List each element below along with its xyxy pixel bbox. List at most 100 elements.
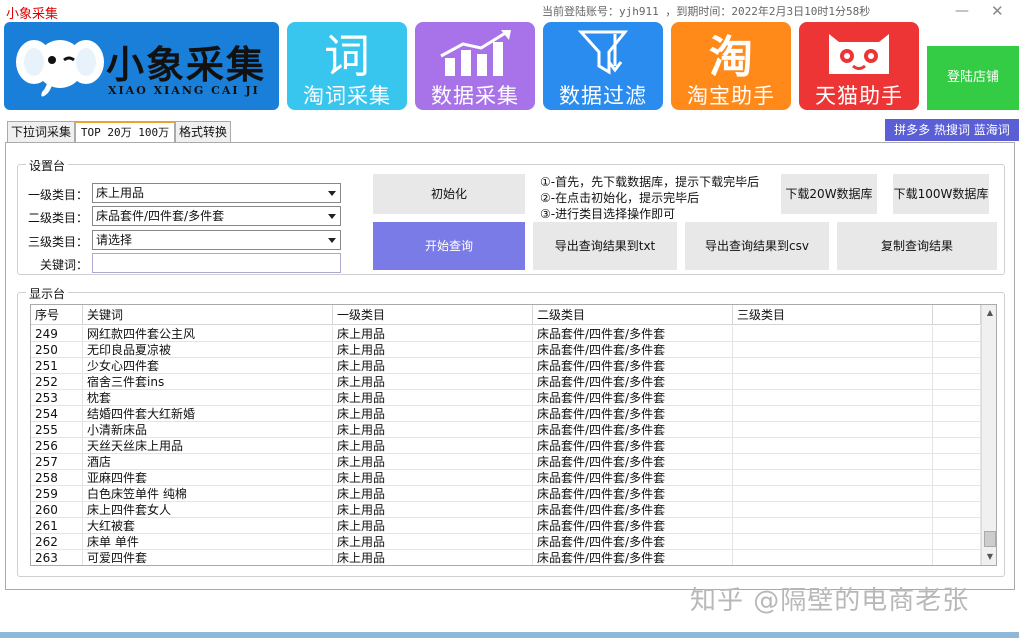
- column-header[interactable]: 序号: [31, 305, 83, 325]
- nav-tile-taoci[interactable]: 词 淘词采集: [287, 22, 407, 110]
- ci-character-icon: 词: [324, 29, 370, 78]
- nav-tile-tmall-helper[interactable]: 天猫助手: [799, 22, 919, 110]
- table-row[interactable]: 250 无印良品夏凉被 床上用品 床品套件/四件套/多件套: [31, 342, 981, 358]
- column-header[interactable]: 三级类目: [733, 305, 933, 325]
- tile-label: 数据采集: [431, 84, 519, 108]
- table-row[interactable]: 262 床单 单件 床上用品 床品套件/四件套/多件套: [31, 534, 981, 550]
- export-csv-button[interactable]: 导出查询结果到csv: [685, 222, 829, 270]
- table-row[interactable]: 256 天丝天丝床上用品 床上用品 床品套件/四件套/多件套: [31, 438, 981, 454]
- table-cell: [733, 422, 933, 438]
- title-bar: 小象采集 当前登陆账号：yjh911 ，到期时间：2022年2月3日10时1分5…: [0, 0, 1019, 22]
- table-cell: 263: [31, 550, 83, 565]
- level1-select[interactable]: 床上用品: [92, 183, 341, 203]
- column-header[interactable]: 二级类目: [533, 305, 733, 325]
- download-20w-button[interactable]: 下载20W数据库: [781, 174, 877, 214]
- table-cell: 253: [31, 390, 83, 406]
- level2-value: 床品套件/四件套/多件套: [96, 209, 225, 223]
- scroll-thumb[interactable]: [984, 531, 996, 547]
- nav-tile-data-filter[interactable]: 数据过滤: [543, 22, 663, 110]
- scroll-up-icon[interactable]: ▲: [982, 305, 996, 321]
- table-cell: [733, 454, 933, 470]
- account-info: 当前登陆账号：yjh911 ，到期时间：2022年2月3日10时1分58秒: [542, 5, 871, 18]
- logo-title: 小象采集: [106, 43, 267, 87]
- bar-chart-icon: [440, 30, 511, 76]
- logo-subtitle: XIAO XIANG CAI JI: [108, 84, 260, 97]
- table-cell: 床上用品: [333, 454, 533, 470]
- level1-value: 床上用品: [96, 186, 145, 200]
- table-row[interactable]: 263 可爱四件套 床上用品 床品套件/四件套/多件套: [31, 550, 981, 565]
- column-header[interactable]: 一级类目: [333, 305, 533, 325]
- results-table[interactable]: 序号 关键词 一级类目 二级类目 三级类目 249 网红款四件套公主风 床上用品 床品…: [30, 304, 997, 566]
- table-cell: 床上用品: [333, 502, 533, 518]
- table-cell: 床品套件/四件套/多件套: [533, 502, 733, 518]
- keyword-label: 关键词：: [39, 258, 88, 272]
- copy-results-button[interactable]: 复制查询结果: [837, 222, 997, 270]
- export-txt-button[interactable]: 导出查询结果到txt: [533, 222, 677, 270]
- tab-top[interactable]: TOP 20万 100万: [75, 121, 175, 143]
- table-cell: 枕套: [83, 390, 333, 406]
- table-row[interactable]: 249 网红款四件套公主风 床上用品 床品套件/四件套/多件套: [31, 326, 981, 342]
- table-row[interactable]: 257 酒店 床上用品 床品套件/四件套/多件套: [31, 454, 981, 470]
- table-cell: 床上用品: [333, 422, 533, 438]
- table-cell: 床品套件/四件套/多件套: [533, 486, 733, 502]
- vertical-scrollbar[interactable]: ▲ ▼: [981, 305, 996, 565]
- nav-tile-data-collect[interactable]: 数据采集: [415, 22, 535, 110]
- table-row[interactable]: 252 宿舍三件套ins 床上用品 床品套件/四件套/多件套: [31, 374, 981, 390]
- chevron-down-icon: [328, 191, 336, 196]
- nav-tile-taobao-helper[interactable]: 淘 淘宝助手: [671, 22, 791, 110]
- table-cell: 258: [31, 470, 83, 486]
- login-shop-button[interactable]: 登陆店铺: [927, 46, 1019, 110]
- banner: 小象采集 XIAO XIANG CAI JI 词 淘词采集 数据采集 数据过滤 …: [0, 20, 1019, 112]
- table-cell: 259: [31, 486, 83, 502]
- init-button[interactable]: 初始化: [373, 174, 525, 214]
- pdd-hot-words-button[interactable]: 拼多多 热搜词 蓝海词: [885, 119, 1019, 141]
- table-cell: 床上用品: [333, 406, 533, 422]
- table-cell: 床上用品: [333, 438, 533, 454]
- download-100w-button[interactable]: 下载100W数据库: [893, 174, 989, 214]
- table-cell: 床上用品: [333, 486, 533, 502]
- minimize-button[interactable]: —: [955, 4, 969, 18]
- table-cell: 床品套件/四件套/多件套: [533, 518, 733, 534]
- start-query-button[interactable]: 开始查询: [373, 222, 525, 270]
- table-cell: [933, 470, 981, 486]
- funnel-icon: [577, 30, 629, 75]
- table-row[interactable]: 254 结婚四件套大红新婚 床上用品 床品套件/四件套/多件套: [31, 406, 981, 422]
- table-cell: [933, 342, 981, 358]
- table-cell: 床上用品: [333, 358, 533, 374]
- tab-dropdown-words[interactable]: 下拉词采集: [7, 121, 75, 143]
- watermark: 知乎 @隔壁的电商老张: [690, 586, 970, 616]
- table-cell: 亚麻四件套: [83, 470, 333, 486]
- display-group-label: 显示台: [26, 285, 69, 302]
- close-button[interactable]: ✕: [991, 4, 1004, 19]
- table-cell: [733, 374, 933, 390]
- table-cell: [933, 406, 981, 422]
- scroll-down-icon[interactable]: ▼: [982, 549, 996, 565]
- table-row[interactable]: 261 大红被套 床上用品 床品套件/四件套/多件套: [31, 518, 981, 534]
- tile-label: 数据过滤: [559, 84, 647, 108]
- level3-select[interactable]: 请选择: [92, 230, 341, 250]
- table-cell: 床品套件/四件套/多件套: [533, 390, 733, 406]
- table-row[interactable]: 255 小清新床品 床上用品 床品套件/四件套/多件套: [31, 422, 981, 438]
- level2-select[interactable]: 床品套件/四件套/多件套: [92, 206, 341, 226]
- tab-format-convert[interactable]: 格式转换: [175, 121, 231, 143]
- table-cell: 结婚四件套大红新婚: [83, 406, 333, 422]
- chevron-down-icon: [328, 214, 336, 219]
- table-cell: 床上用品: [333, 342, 533, 358]
- table-row[interactable]: 253 枕套 床上用品 床品套件/四件套/多件套: [31, 390, 981, 406]
- table-row[interactable]: 259 白色床笠单件 纯棉 床上用品 床品套件/四件套/多件套: [31, 486, 981, 502]
- table-row[interactable]: 260 床上四件套女人 床上用品 床品套件/四件套/多件套: [31, 502, 981, 518]
- keyword-input[interactable]: [92, 253, 341, 273]
- table-cell: 250: [31, 342, 83, 358]
- instruction-line: ①-首先，先下载数据库，提示下载完毕后: [540, 175, 760, 189]
- table-header: 序号 关键词 一级类目 二级类目 三级类目: [31, 305, 981, 325]
- column-header[interactable]: 关键词: [83, 305, 333, 325]
- table-cell: [933, 438, 981, 454]
- table-cell: 252: [31, 374, 83, 390]
- table-cell: 255: [31, 422, 83, 438]
- table-cell: 少女心四件套: [83, 358, 333, 374]
- table-cell: [733, 486, 933, 502]
- table-row[interactable]: 258 亚麻四件套 床上用品 床品套件/四件套/多件套: [31, 470, 981, 486]
- column-header: [933, 305, 981, 325]
- table-cell: 床品套件/四件套/多件套: [533, 470, 733, 486]
- table-row[interactable]: 251 少女心四件套 床上用品 床品套件/四件套/多件套: [31, 358, 981, 374]
